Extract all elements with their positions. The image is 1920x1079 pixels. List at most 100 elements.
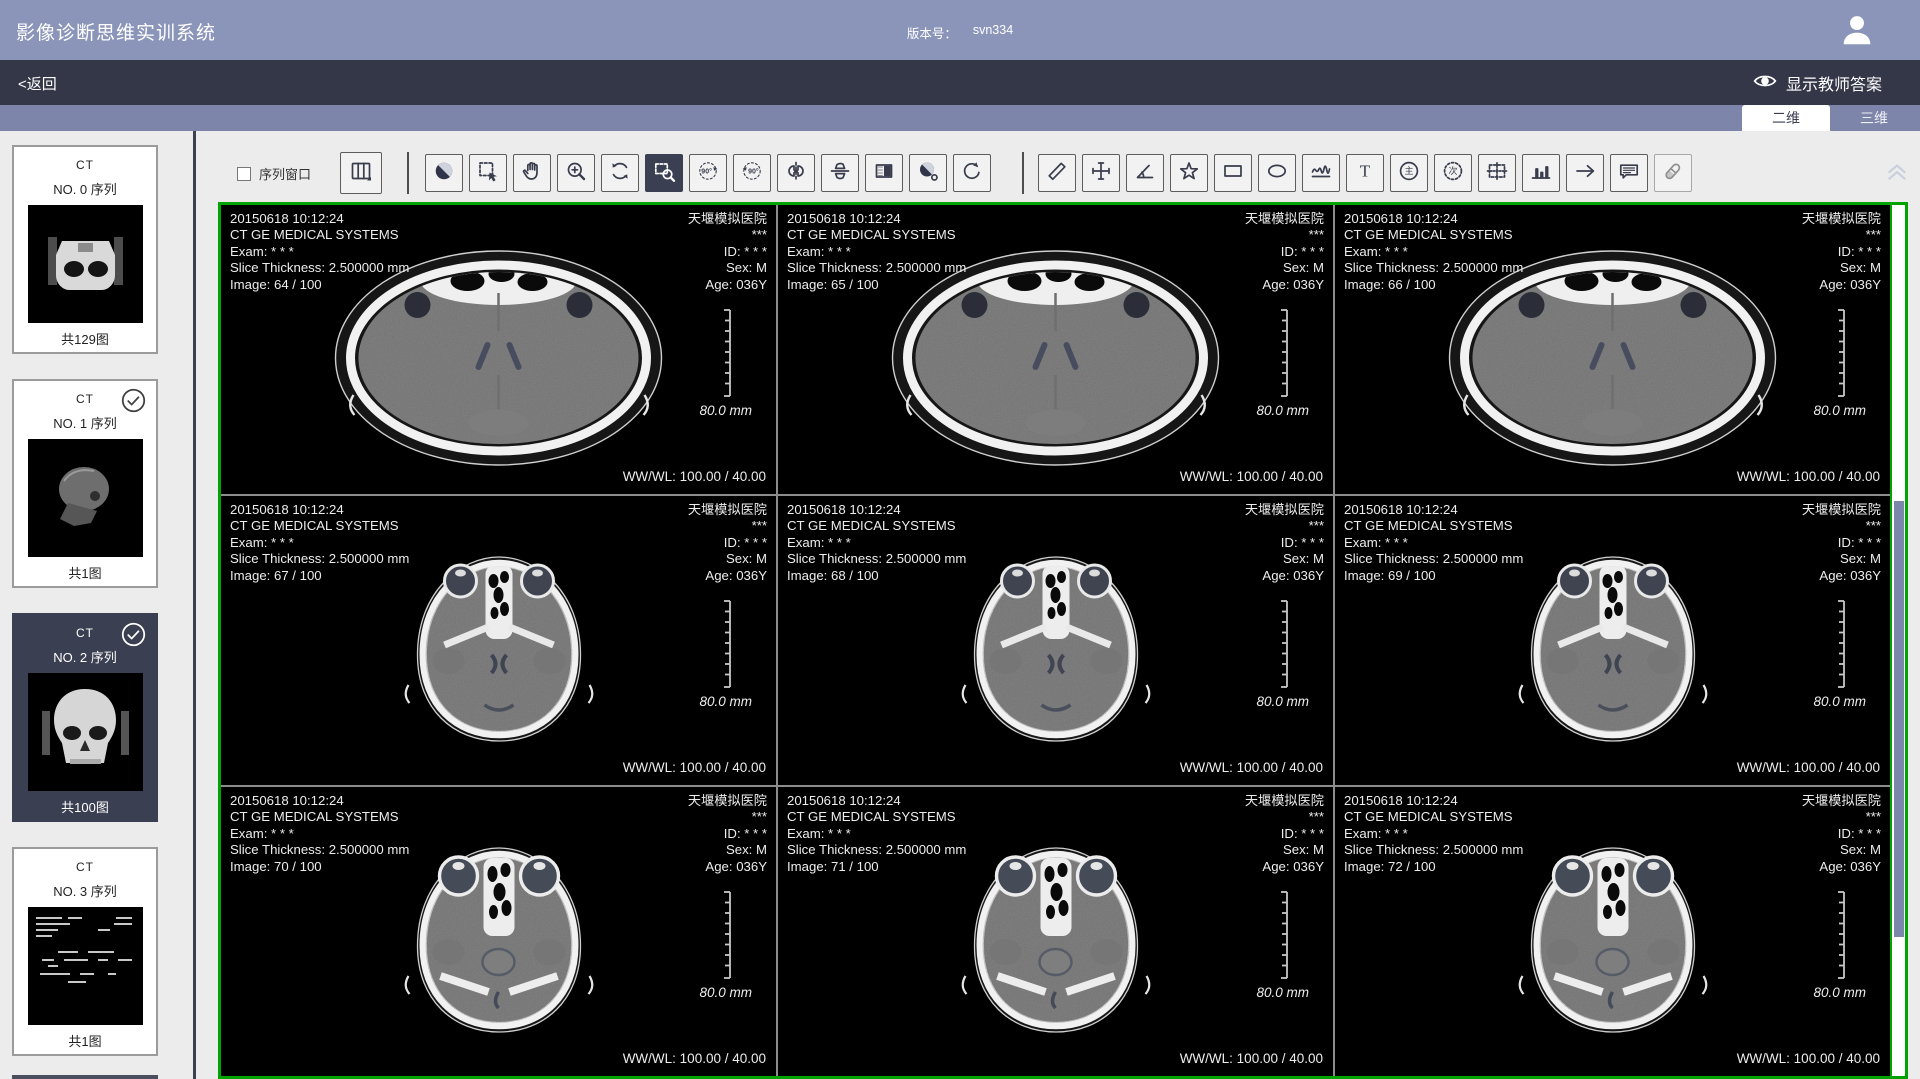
measure-length-button[interactable]	[1038, 154, 1076, 192]
window-preset-button[interactable]	[909, 154, 947, 192]
image-index: Image: 71 / 100	[787, 859, 966, 875]
secondary-marker-button[interactable]: 次	[1434, 154, 1472, 192]
patient-age: Age: 036Y	[1802, 859, 1881, 875]
series-card-2[interactable]: CTNO. 2 序列共100图	[12, 613, 158, 822]
series-window-checkbox[interactable]	[237, 167, 251, 181]
reset-button[interactable]	[953, 154, 991, 192]
sidebar-divider	[193, 131, 196, 1079]
tab-2d[interactable]: 二维	[1742, 105, 1830, 131]
select-button[interactable]	[469, 154, 507, 192]
viewport-cell-0[interactable]: 20150618 10:12:24 CT GE MEDICAL SYSTEMS …	[221, 205, 776, 494]
measure-cross-button[interactable]	[1082, 154, 1120, 192]
series-window-toggle[interactable]: 序列窗口	[237, 164, 311, 183]
draw-polygon-button[interactable]	[1170, 154, 1208, 192]
layout-button[interactable]	[340, 152, 382, 194]
hospital: 天堰模拟医院	[1245, 793, 1324, 809]
scale-ruler	[1830, 889, 1848, 981]
viewer-scrollbar[interactable]	[1890, 205, 1905, 1076]
draw-ellipse-button[interactable]	[1258, 154, 1296, 192]
angle-icon	[1133, 159, 1157, 188]
series-card-1[interactable]: CTNO. 1 序列共1图	[12, 379, 158, 588]
patient-id: ID: * * *	[688, 244, 767, 260]
series-name: NO. 3 序列	[14, 881, 156, 900]
patient-sex: Sex: M	[1802, 842, 1881, 858]
patient-id: ID: * * *	[1802, 244, 1881, 260]
main-marker-button[interactable]: 主	[1390, 154, 1428, 192]
zoom-button[interactable]	[557, 154, 595, 192]
tab-3d[interactable]: 三维	[1830, 105, 1918, 131]
hospital: 天堰模拟医院	[688, 211, 767, 227]
overlay-top-left: 20150618 10:12:24 CT GE MEDICAL SYSTEMS …	[230, 793, 409, 875]
draw-rectangle-button[interactable]	[1214, 154, 1252, 192]
ct-axial-slice	[1510, 543, 1715, 755]
overlay-top-left: 20150618 10:12:24 CT GE MEDICAL SYSTEMS …	[787, 793, 966, 875]
back-button[interactable]: <返回	[18, 73, 57, 94]
device: CT GE MEDICAL SYSTEMS	[1344, 227, 1523, 243]
zoom-region-button[interactable]	[645, 154, 683, 192]
scale-ruler	[1830, 598, 1848, 690]
viewer-scrollbar-thumb[interactable]	[1894, 501, 1904, 937]
show-teacher-answer-button[interactable]: 显示教师答案	[1753, 71, 1882, 95]
device: CT GE MEDICAL SYSTEMS	[230, 809, 409, 825]
overlay-top-left: 20150618 10:12:24 CT GE MEDICAL SYSTEMS …	[230, 502, 409, 584]
window-level-button[interactable]	[425, 154, 463, 192]
nav-bar: <返回 显示教师答案	[0, 60, 1920, 105]
viewport-cell-6[interactable]: 20150618 10:12:24 CT GE MEDICAL SYSTEMS …	[221, 787, 776, 1076]
viewport-cell-2[interactable]: 20150618 10:12:24 CT GE MEDICAL SYSTEMS …	[1335, 205, 1890, 494]
ct-axial-slice	[953, 543, 1158, 755]
study-datetime: 20150618 10:12:24	[230, 211, 409, 227]
series-image-count: 共129图	[14, 329, 156, 348]
flip-horizontal-button[interactable]	[777, 154, 815, 192]
add-text-button[interactable]: T	[1346, 154, 1384, 192]
chevron-up-icon[interactable]	[1884, 160, 1910, 187]
svg-text:90°: 90°	[748, 167, 759, 175]
viewport-cell-8[interactable]: 20150618 10:12:24 CT GE MEDICAL SYSTEMS …	[1335, 787, 1890, 1076]
app-title: 影像诊断思维实训系统	[16, 18, 216, 45]
viewport-cell-5[interactable]: 20150618 10:12:24 CT GE MEDICAL SYSTEMS …	[1335, 496, 1890, 785]
user-icon[interactable]	[1838, 11, 1876, 49]
patient-sex: Sex: M	[1245, 551, 1324, 567]
viewport-cell-4[interactable]: 20150618 10:12:24 CT GE MEDICAL SYSTEMS …	[778, 496, 1333, 785]
study-datetime: 20150618 10:12:24	[787, 793, 966, 809]
slice-thickness: Slice Thickness: 2.500000 mm	[1344, 551, 1523, 567]
draw-curve-button[interactable]	[1302, 154, 1340, 192]
histogram-button[interactable]	[1522, 154, 1560, 192]
slice-thickness: Slice Thickness: 2.500000 mm	[230, 260, 409, 276]
check-icon	[121, 622, 146, 647]
viewport-cell-3[interactable]: 20150618 10:12:24 CT GE MEDICAL SYSTEMS …	[221, 496, 776, 785]
overlay-top-right: 天堰模拟医院 *** ID: * * * Sex: M Age: 036Y	[688, 793, 767, 875]
overlay-top-right: 天堰模拟医院 *** ID: * * * Sex: M Age: 036Y	[1245, 502, 1324, 584]
patient-sex: Sex: M	[688, 842, 767, 858]
image-index: Image: 65 / 100	[787, 277, 966, 293]
flip-vertical-icon	[828, 159, 852, 188]
draw-arrow-button[interactable]	[1566, 154, 1604, 192]
overlay-top-left: 20150618 10:12:24 CT GE MEDICAL SYSTEMS …	[787, 211, 966, 293]
rotate-button[interactable]	[601, 154, 639, 192]
measure-angle-button[interactable]	[1126, 154, 1164, 192]
flip-vertical-button[interactable]	[821, 154, 859, 192]
exam: Exam: * * *	[787, 535, 966, 551]
series-card-3[interactable]: CTNO. 3 序列共1图	[12, 847, 158, 1056]
overlay-top-left: 20150618 10:12:24 CT GE MEDICAL SYSTEMS …	[1344, 793, 1523, 875]
patient-age: Age: 036Y	[688, 859, 767, 875]
viewport-cell-1[interactable]: 20150618 10:12:24 CT GE MEDICAL SYSTEMS …	[778, 205, 1333, 494]
invert-button[interactable]	[865, 154, 903, 192]
patient-sex: Sex: M	[1245, 842, 1324, 858]
patient-age: Age: 036Y	[1802, 277, 1881, 293]
hospital: 天堰模拟医院	[688, 502, 767, 518]
patient-sex: Sex: M	[688, 260, 767, 276]
viewport-cell-7[interactable]: 20150618 10:12:24 CT GE MEDICAL SYSTEMS …	[778, 787, 1333, 1076]
series-name: NO. 1 序列	[14, 413, 156, 432]
rotate-90-cw-button[interactable]: 90°	[733, 154, 771, 192]
patient-stars: ***	[688, 227, 767, 243]
series-card-0[interactable]: CTNO. 0 序列共129图	[12, 145, 158, 354]
comment-button[interactable]	[1610, 154, 1648, 192]
eraser-button[interactable]	[1654, 154, 1692, 192]
device: CT GE MEDICAL SYSTEMS	[787, 518, 966, 534]
rotate-90-ccw-button[interactable]: 90°	[689, 154, 727, 192]
roi-box-button[interactable]	[1478, 154, 1516, 192]
comment-icon	[1617, 159, 1641, 188]
svg-text:90°: 90°	[701, 167, 712, 175]
pan-button[interactable]	[513, 154, 551, 192]
scale-ruler	[716, 889, 734, 981]
